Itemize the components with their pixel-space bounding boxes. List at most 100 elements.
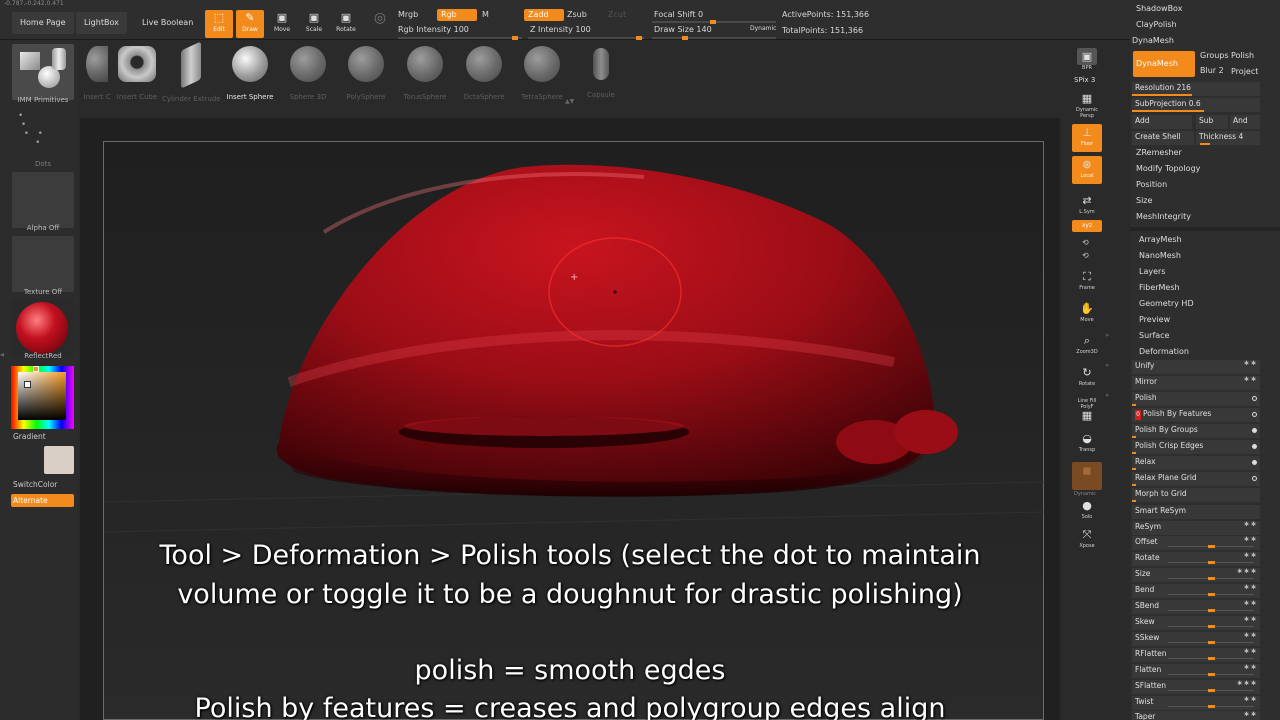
gizmo-toggle[interactable]: ◎ — [366, 10, 394, 38]
polish-toggle[interactable]: Polish — [1231, 51, 1254, 60]
deform-taper[interactable]: Taper ✱ ✱ — [1132, 711, 1260, 720]
alternate-button[interactable]: Alternate — [11, 494, 74, 507]
claypolish-button[interactable]: ClayPolish — [1136, 20, 1177, 29]
rgb-intensity-slider[interactable]: Rgb Intensity 100 — [398, 25, 469, 34]
layers-subpalette[interactable]: Layers — [1139, 267, 1165, 276]
draw-size-track[interactable] — [652, 36, 776, 40]
mrgb-toggle[interactable]: Mrgb — [398, 10, 418, 19]
modify-topology-subpalette[interactable]: Modify Topology — [1136, 164, 1200, 173]
shelf-item-polysphere[interactable]: PolySphere — [337, 46, 395, 102]
sub-button[interactable]: Sub — [1196, 115, 1228, 129]
frame-button[interactable]: ⛶ Frame — [1072, 268, 1102, 296]
dynamesh-subpalette[interactable]: DynaMesh — [1132, 36, 1174, 45]
deform-sbend[interactable]: SBend ✱ ✱ — [1132, 600, 1260, 614]
shelf-item-insert-cube[interactable]: Insert Cube — [108, 46, 166, 102]
deform-flatten[interactable]: Flatten ✱ ✱ — [1132, 664, 1260, 678]
dynamic-toggle[interactable]: Dynamic — [750, 25, 776, 32]
switch-color-button[interactable]: SwitchColor — [13, 480, 57, 489]
bpr-button[interactable]: ▣ BPR — [1072, 46, 1102, 74]
subprojection-slider[interactable]: SubProjection 0.6 — [1132, 98, 1260, 112]
dynamesh-button[interactable]: DynaMesh — [1133, 51, 1195, 77]
project-toggle[interactable]: Project — [1231, 67, 1258, 76]
deform-relax-plane-grid[interactable]: Relax Plane Grid — [1132, 472, 1260, 486]
edit-button[interactable]: ⬚ Edit — [205, 10, 233, 38]
draw-size-slider[interactable]: Draw Size 140 — [654, 25, 712, 34]
fibermesh-subpalette[interactable]: FiberMesh — [1139, 283, 1180, 292]
rotation-axis-icons[interactable]: ⟲ ⟲ — [1082, 236, 1089, 262]
move-button[interactable]: ▣ Move — [268, 10, 296, 38]
draw-button[interactable]: ✎ Draw — [236, 10, 264, 38]
secondary-color-swatch[interactable] — [24, 381, 31, 388]
meshintegrity-subpalette[interactable]: MeshIntegrity — [1136, 212, 1191, 221]
nanomesh-subpalette[interactable]: NanoMesh — [1139, 251, 1181, 260]
shelf-item-insert-sphere[interactable]: Insert Sphere — [221, 46, 279, 102]
color-handle[interactable] — [33, 366, 39, 372]
color-picker[interactable] — [11, 366, 74, 429]
deform-rflatten[interactable]: RFlatten ✱ ✱ — [1132, 648, 1260, 662]
deform-offset[interactable]: Offset ✱ ✱ — [1132, 536, 1260, 550]
create-shell-button[interactable]: Create Shell — [1132, 131, 1194, 145]
deform-sflatten[interactable]: SFlatten ✱ ✱ ✱ — [1132, 680, 1260, 694]
m-toggle[interactable]: M — [482, 10, 489, 19]
zcut-toggle[interactable]: Zcut — [604, 9, 630, 21]
deform-polish-by-groups[interactable]: Polish By Groups — [1132, 424, 1260, 438]
shelf-item-capsule[interactable]: Capsule — [572, 46, 630, 102]
rgb-intensity-track[interactable] — [398, 36, 522, 40]
move-view-button[interactable]: ✋ Move — [1072, 300, 1102, 328]
deform-smart-resym[interactable]: Smart ReSym — [1132, 505, 1260, 519]
live-boolean-button[interactable]: Live Boolean — [134, 12, 202, 34]
deform-resym[interactable]: ReSym ✱ ✱ — [1132, 521, 1260, 535]
floor-button[interactable]: ⊥ Floor — [1072, 124, 1102, 152]
imm-primitives-thumbnail[interactable] — [12, 44, 74, 100]
lightbox-button[interactable]: LightBox — [76, 12, 127, 34]
polish-mode-icon[interactable] — [1252, 444, 1257, 449]
solo-button[interactable]: ● Solo — [1072, 497, 1102, 525]
z-intensity-track[interactable] — [528, 36, 644, 40]
local-button[interactable]: ⊛ Local — [1072, 156, 1102, 184]
shelf-item-octasphere[interactable]: OctaSphere — [455, 46, 513, 102]
resolution-slider[interactable]: Resolution 216 — [1132, 82, 1260, 96]
deform-morph-to-grid[interactable]: Morph to Grid — [1132, 488, 1260, 502]
polish-mode-icon[interactable] — [1252, 428, 1257, 433]
preview-subpalette[interactable]: Preview — [1139, 315, 1170, 324]
deform-polish-by-features[interactable]: 0 Polish By Features — [1132, 408, 1260, 422]
home-page-button[interactable]: Home Page — [12, 12, 74, 34]
tray-divider-arrow[interactable]: ◂ — [0, 350, 4, 359]
groups-toggle[interactable]: Groups — [1200, 51, 1229, 60]
relax-mode-icon[interactable] — [1252, 460, 1257, 465]
zoom3d-button[interactable]: ⌕ Zoom3D — [1072, 332, 1102, 360]
add-button[interactable]: Add — [1132, 115, 1192, 129]
xpose-button[interactable]: ⤧ Xpose — [1072, 526, 1102, 554]
focal-shift-track[interactable] — [652, 20, 776, 24]
persp-button[interactable]: ▦ Dynamic Persp — [1072, 90, 1102, 119]
strip-scroll-arrows[interactable]: ▸ ▸ ▸ — [1106, 320, 1110, 410]
secondary-color-chip[interactable] — [44, 446, 74, 474]
polyf-button[interactable]: Line Fill PolyF ▦ — [1072, 396, 1102, 426]
xyz-button[interactable]: xyz — [1072, 220, 1102, 232]
size-subpalette[interactable]: Size — [1136, 196, 1152, 205]
texture-thumbnail[interactable] — [12, 236, 74, 292]
blur-slider[interactable]: Blur 2 — [1200, 66, 1224, 75]
rotate-button[interactable]: ▣ Rotate — [332, 10, 360, 38]
deform-polish[interactable]: Polish — [1132, 392, 1260, 406]
zremesher-subpalette[interactable]: ZRemesher — [1136, 148, 1182, 157]
gradient-toggle[interactable]: Gradient — [13, 432, 46, 441]
rgb-toggle[interactable]: Rgb — [437, 9, 477, 21]
deform-relax[interactable]: Relax — [1132, 456, 1260, 470]
shadowbox-button[interactable]: ShadowBox — [1136, 4, 1182, 13]
stroke-dots-thumbnail[interactable]: • • • • • — [12, 106, 74, 162]
focal-shift-slider[interactable]: Focal Shift 0 — [654, 10, 703, 19]
arraymesh-subpalette[interactable]: ArrayMesh — [1139, 235, 1182, 244]
shelf-item-sphere-3d[interactable]: Sphere 3D — [279, 46, 337, 102]
color-square[interactable] — [18, 372, 66, 420]
deform-skew[interactable]: Skew ✱ ✱ — [1132, 616, 1260, 630]
transp-button[interactable]: ◒ Transp — [1072, 430, 1102, 458]
shelf-item-torussphere[interactable]: TorusSphere — [396, 46, 454, 102]
zsub-toggle[interactable]: Zsub — [567, 10, 587, 19]
surface-subpalette[interactable]: Surface — [1139, 331, 1169, 340]
spix-slider[interactable]: SPix 3 — [1074, 76, 1095, 84]
shelf-item-cylinder-extrude[interactable]: Cylinder Extrude — [162, 41, 221, 103]
geometry-hd-subpalette[interactable]: Geometry HD — [1139, 299, 1194, 308]
deform-bend[interactable]: Bend ✱ ✱ — [1132, 584, 1260, 598]
deform-polish-crisp-edges[interactable]: Polish Crisp Edges — [1132, 440, 1260, 454]
